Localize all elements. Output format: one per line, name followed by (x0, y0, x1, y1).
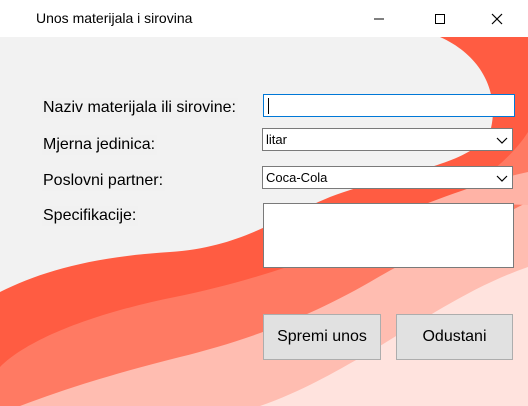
main-window: Unos materijala i sirovina Naziv materij… (0, 0, 528, 406)
text-caret (268, 98, 269, 114)
close-icon (491, 13, 503, 24)
unit-select-value: litar (266, 132, 287, 147)
unit-select[interactable]: litar (262, 128, 513, 151)
close-button[interactable] (474, 0, 520, 37)
minimize-button[interactable] (356, 0, 402, 37)
cancel-button[interactable]: Odustani (396, 314, 513, 360)
spec-label: Specifikacije: (42, 206, 139, 226)
chevron-down-icon (496, 137, 508, 144)
partner-label: Poslovni partner: (42, 171, 166, 191)
save-button[interactable]: Spremi unos (263, 314, 381, 360)
partner-select-value: Coca-Cola (266, 170, 328, 185)
maximize-button[interactable] (417, 0, 463, 37)
spec-textarea[interactable] (263, 203, 514, 268)
form-area: Naziv materijala ili sirovine: Mjerna je… (0, 37, 528, 406)
name-label: Naziv materijala ili sirovine: (42, 98, 238, 118)
unit-label: Mjerna jedinica: (42, 135, 158, 155)
maximize-icon (435, 13, 445, 24)
name-input[interactable] (263, 94, 515, 117)
partner-select[interactable]: Coca-Cola (262, 166, 513, 189)
minimize-icon (374, 18, 384, 19)
chevron-down-icon (496, 175, 508, 182)
window-title: Unos materijala i sirovina (36, 10, 193, 26)
title-bar[interactable]: Unos materijala i sirovina (0, 0, 528, 37)
